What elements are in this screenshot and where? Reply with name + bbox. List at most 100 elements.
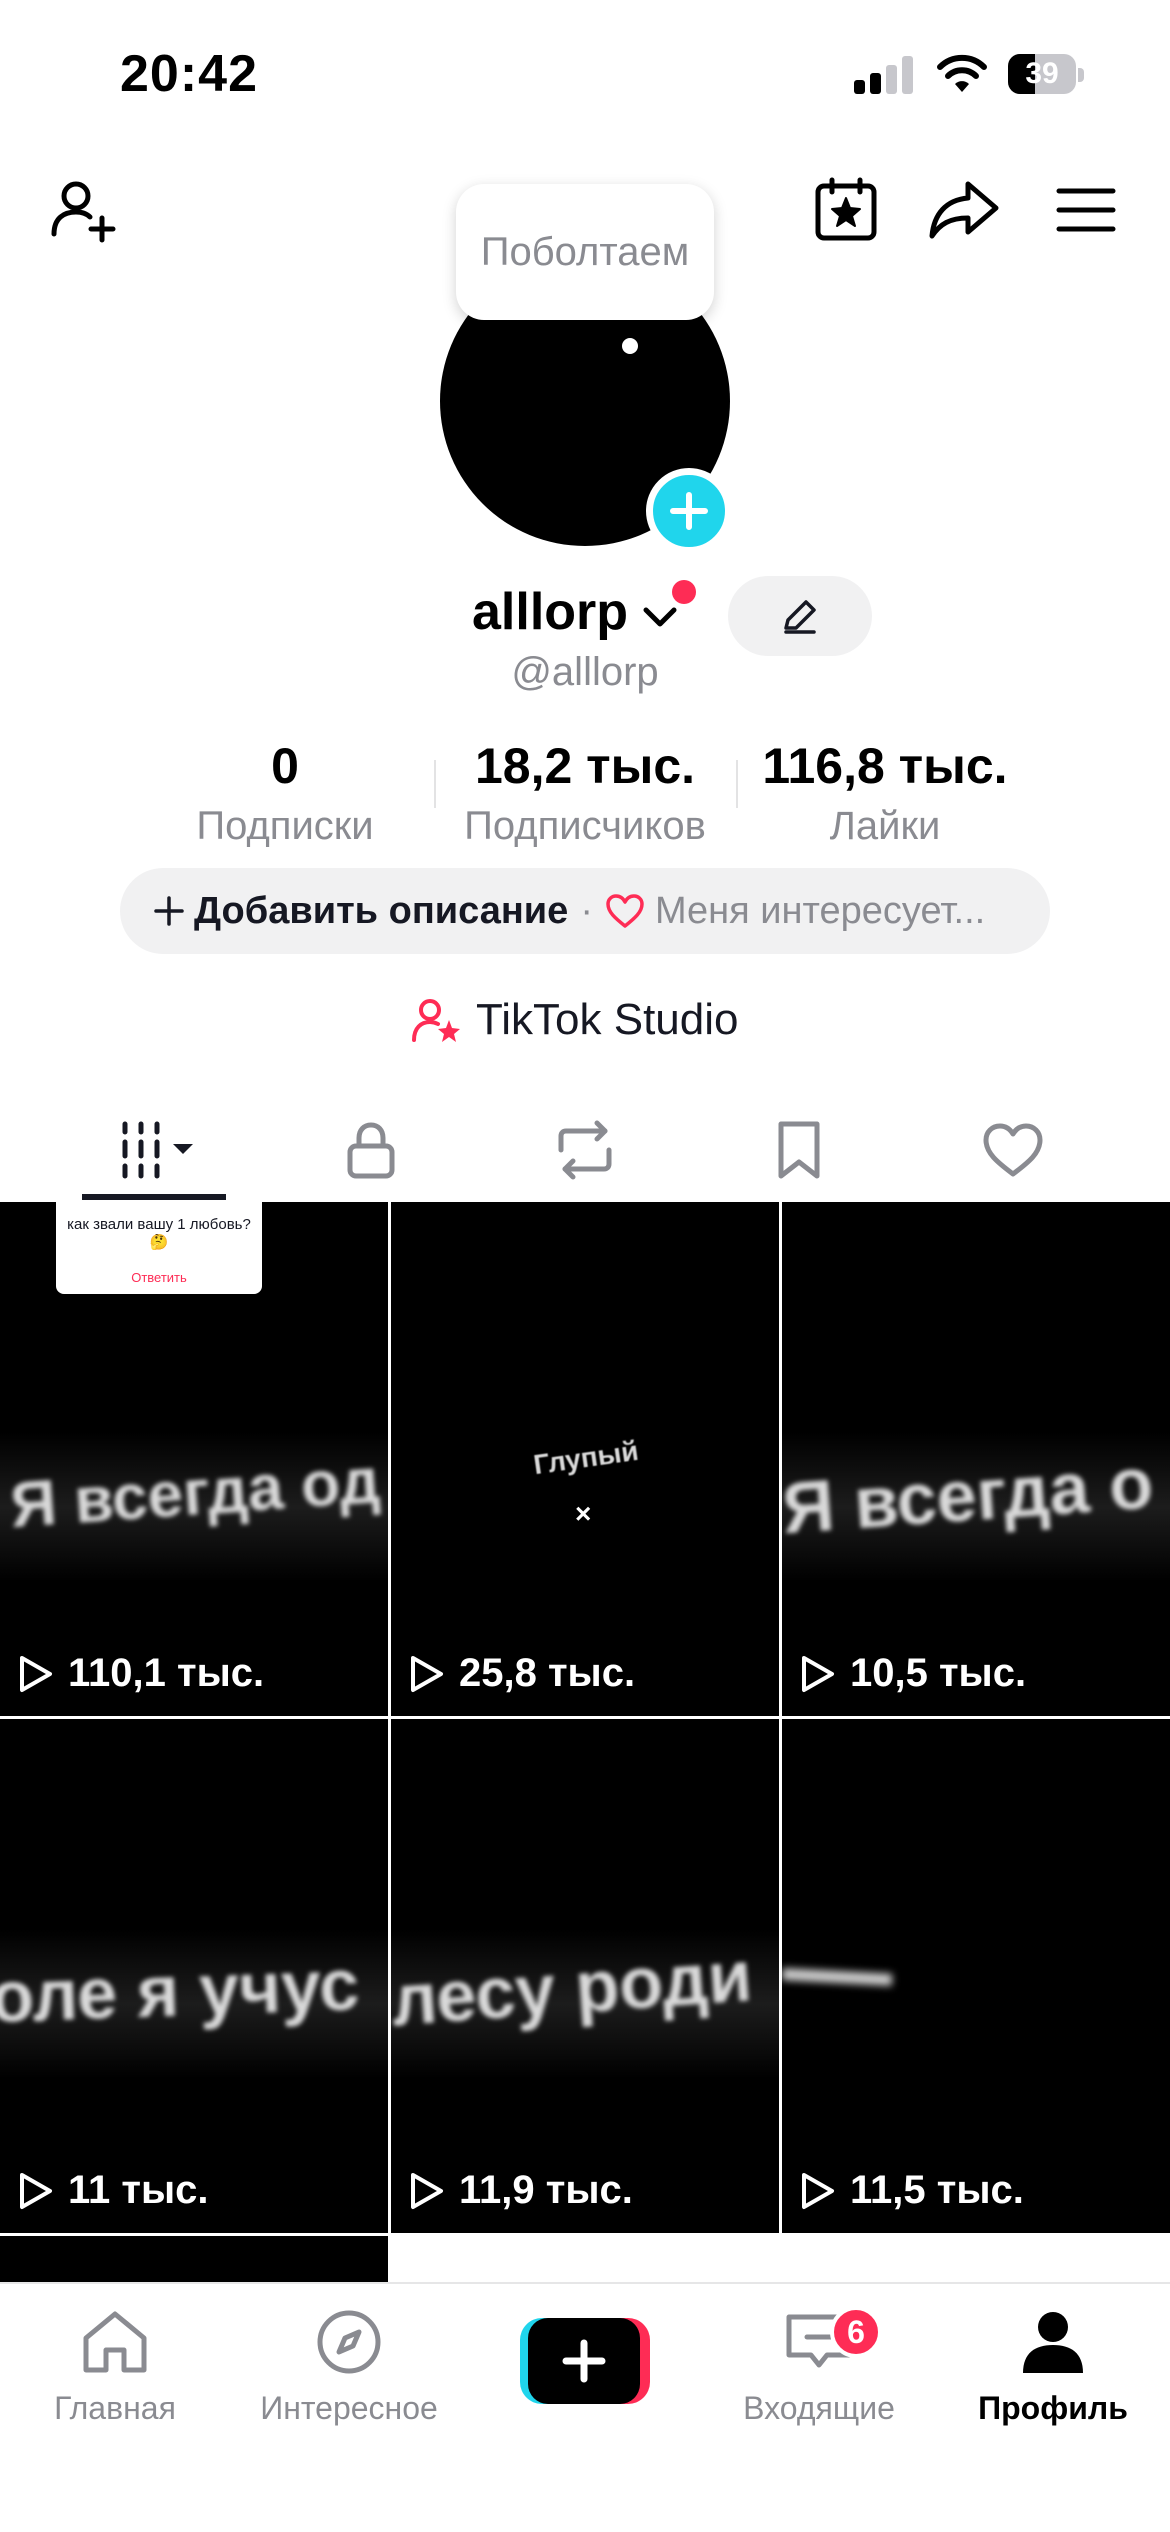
add-bio-button[interactable]: Добавить описание	[194, 890, 568, 933]
video-views-count: 110,1 тыс.	[68, 1651, 265, 1695]
heart-icon	[606, 894, 644, 928]
username-row: alllorp	[0, 576, 1170, 656]
nav-profile[interactable]: Профиль	[938, 2300, 1168, 2427]
plus-icon	[670, 492, 708, 530]
nav-inbox-label: Входящие	[743, 2390, 895, 2426]
tab-videos[interactable]	[50, 1100, 264, 1200]
stat-divider	[736, 760, 738, 808]
video-views-count: 10,5 тыс.	[850, 1651, 1027, 1695]
username[interactable]: alllorp	[472, 582, 628, 642]
video-views-count: 11,5 тыс.	[850, 2168, 1024, 2212]
wifi-icon	[936, 54, 988, 94]
interests-button[interactable]: Меня интересует...	[655, 890, 985, 933]
chevron-down-icon[interactable]	[640, 598, 680, 638]
edit-profile-button[interactable]	[728, 576, 872, 656]
videos-grid-icon	[122, 1121, 193, 1179]
share-icon[interactable]	[924, 170, 1004, 250]
bottom-nav: Главная Интересное Входящие 6 Профиль	[0, 2282, 1170, 2532]
nav-profile-label: Профиль	[978, 2390, 1128, 2426]
reply-action: Ответить	[131, 1270, 187, 1285]
video-views-count: 11 тыс.	[68, 2168, 209, 2212]
tab-reposts[interactable]	[478, 1100, 692, 1200]
video-tile[interactable]: лесу роди 11,9 тыс.	[391, 1719, 779, 2233]
tab-saved[interactable]	[692, 1100, 906, 1200]
stat-following-label: Подписки	[196, 804, 374, 848]
bubble-tail	[622, 338, 638, 354]
calendar-star-icon[interactable]	[806, 170, 886, 250]
reply-card: как звали вашу 1 любовь? 🤔 Ответить	[56, 1202, 262, 1294]
heart-icon	[983, 1123, 1043, 1177]
video-tile[interactable]: Я всегда о 10,5 тыс.	[782, 1202, 1170, 1716]
play-icon	[20, 2172, 52, 2209]
stat-followers[interactable]: 18,2 тыс. Подписчиков	[440, 730, 730, 850]
inbox-badge: 6	[830, 2306, 882, 2358]
nav-discover[interactable]: Интересное	[234, 2300, 464, 2427]
cellular-signal-icon	[854, 56, 914, 94]
home-icon	[83, 2311, 147, 2373]
play-icon	[411, 2172, 443, 2209]
status-bar: 20:42 39	[0, 0, 1170, 150]
add-friend-icon[interactable]	[44, 170, 124, 250]
status-time: 20:42	[120, 45, 258, 103]
stat-following[interactable]: 0 Подписки	[170, 730, 400, 850]
tiktok-studio-label: TikTok Studio	[476, 995, 739, 1044]
nav-home-label: Главная	[54, 2390, 176, 2426]
video-views: 25,8 тыс.	[407, 1651, 635, 1696]
tab-private[interactable]	[264, 1100, 478, 1200]
tiktok-studio-link[interactable]: TikTok Studio	[412, 990, 738, 1050]
play-icon	[802, 1655, 834, 1692]
lock-icon	[347, 1122, 395, 1179]
bookmark-icon	[778, 1121, 820, 1179]
compass-icon	[317, 2310, 381, 2374]
status-bubble-text: Поболтаем	[480, 230, 690, 274]
profile-icon	[1023, 2312, 1083, 2373]
profile-tabs	[0, 1100, 1170, 1200]
user-handle: @alllorp	[511, 650, 659, 694]
bio-pill[interactable]: Добавить описание · Меня интересует...	[120, 868, 1050, 954]
reply-question: как звали вашу 1 любовь? 🤔	[67, 1216, 251, 1251]
close-mark: ×	[575, 1498, 592, 1529]
video-tile[interactable]: Глупый × 25,8 тыс.	[391, 1202, 779, 1716]
video-views: 110,1 тыс.	[16, 1651, 264, 1696]
tab-liked[interactable]	[906, 1100, 1120, 1200]
pencil-icon	[784, 600, 816, 634]
battery-icon: 39	[1008, 54, 1084, 94]
plus-icon	[562, 2339, 606, 2383]
menu-icon[interactable]	[1046, 170, 1126, 250]
bio-separator: ·	[580, 889, 593, 932]
video-blur-mark	[782, 1968, 893, 1986]
video-views: 11 тыс.	[16, 2168, 209, 2213]
video-views-count: 25,8 тыс.	[459, 1651, 636, 1695]
stat-followers-value: 18,2 тыс.	[474, 738, 696, 794]
video-tile[interactable]: 11,5 тыс.	[782, 1719, 1170, 2233]
play-icon	[20, 1655, 52, 1692]
video-overlay-text: Глупый	[531, 1434, 641, 1481]
stats-row: 0 Подписки 18,2 тыс. Подписчиков 116,8 т…	[0, 730, 1170, 850]
stat-likes-value: 116,8 тыс.	[762, 738, 1008, 794]
nav-inbox[interactable]: Входящие	[704, 2300, 934, 2427]
repost-icon	[558, 1120, 612, 1180]
active-tab-indicator	[82, 1194, 226, 1200]
battery-level: 39	[1025, 57, 1059, 90]
notification-dot	[672, 580, 696, 604]
status-bubble[interactable]: Поболтаем	[456, 184, 714, 320]
studio-icon	[412, 999, 460, 1042]
video-views: 11,9 тыс.	[407, 2168, 633, 2213]
video-overlay-text: оле я учус	[0, 1945, 361, 2039]
stat-followers-label: Подписчиков	[464, 804, 706, 848]
stat-likes[interactable]: 116,8 тыс. Лайки	[742, 730, 1028, 850]
nav-home[interactable]: Главная	[0, 2300, 230, 2427]
video-views-count: 11,9 тыс.	[459, 2168, 633, 2212]
video-views: 10,5 тыс.	[798, 1651, 1026, 1696]
video-views: 11,5 тыс.	[798, 2168, 1024, 2213]
play-icon	[411, 1655, 443, 1692]
add-avatar-button[interactable]	[646, 468, 732, 554]
plus-icon	[154, 896, 184, 926]
video-tile[interactable]: оле я учус 11 тыс.	[0, 1719, 388, 2233]
stat-divider	[434, 760, 436, 808]
video-tile[interactable]: как звали вашу 1 любовь? 🤔 Ответить Я вс…	[0, 1202, 388, 1716]
stat-likes-label: Лайки	[829, 804, 941, 848]
create-button[interactable]	[520, 2318, 650, 2404]
play-icon	[802, 2172, 834, 2209]
nav-discover-label: Интересное	[260, 2390, 438, 2426]
